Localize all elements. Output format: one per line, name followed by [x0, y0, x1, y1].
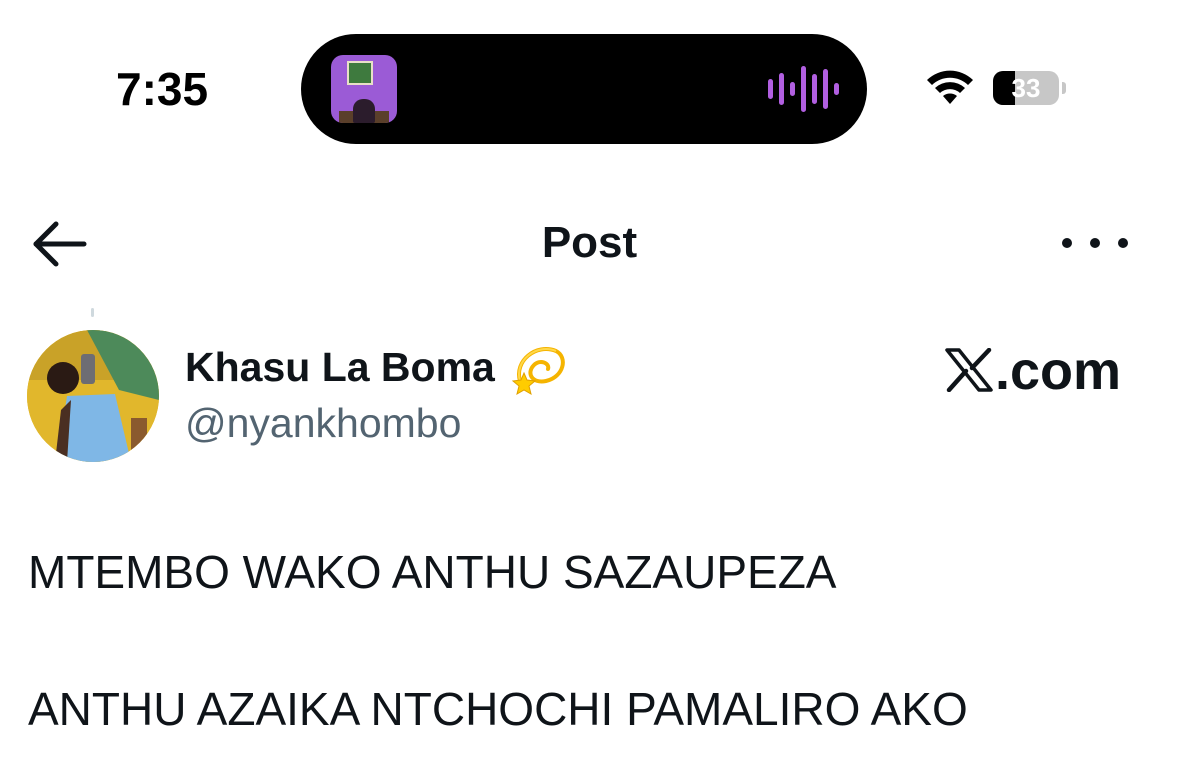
x-com-watermark: .com [945, 340, 1121, 402]
post-screen: 7:35 33 Post Khasu La Boma @nyankhombo .… [0, 0, 1179, 762]
now-playing-thumbnail[interactable] [331, 55, 397, 123]
battery-icon: 33 [993, 71, 1059, 105]
thread-connector [91, 308, 94, 317]
wifi-icon [927, 70, 973, 104]
x-logo-icon [945, 348, 993, 392]
watermark-text: .com [994, 341, 1121, 401]
dynamic-island[interactable] [301, 34, 867, 144]
page-title: Post [541, 218, 638, 267]
status-time: 7:35 [116, 63, 209, 115]
dizzy-emoji-icon [511, 347, 565, 396]
post-text-line: MTEMBO WAKO ANTHU SAZAUPEZA [28, 546, 837, 598]
battery-level: 33 [1011, 72, 1041, 103]
battery-cap [1062, 82, 1066, 94]
post-text-line: ANTHU AZAIKA NTCHOCHI PAMALIRO AKO [28, 683, 968, 735]
author-display-name[interactable]: Khasu La Boma [185, 344, 495, 391]
author-handle[interactable]: @nyankhombo [185, 400, 461, 447]
avatar[interactable] [27, 330, 159, 462]
more-options-icon[interactable] [1062, 228, 1128, 258]
audio-waveform-icon [768, 64, 839, 114]
